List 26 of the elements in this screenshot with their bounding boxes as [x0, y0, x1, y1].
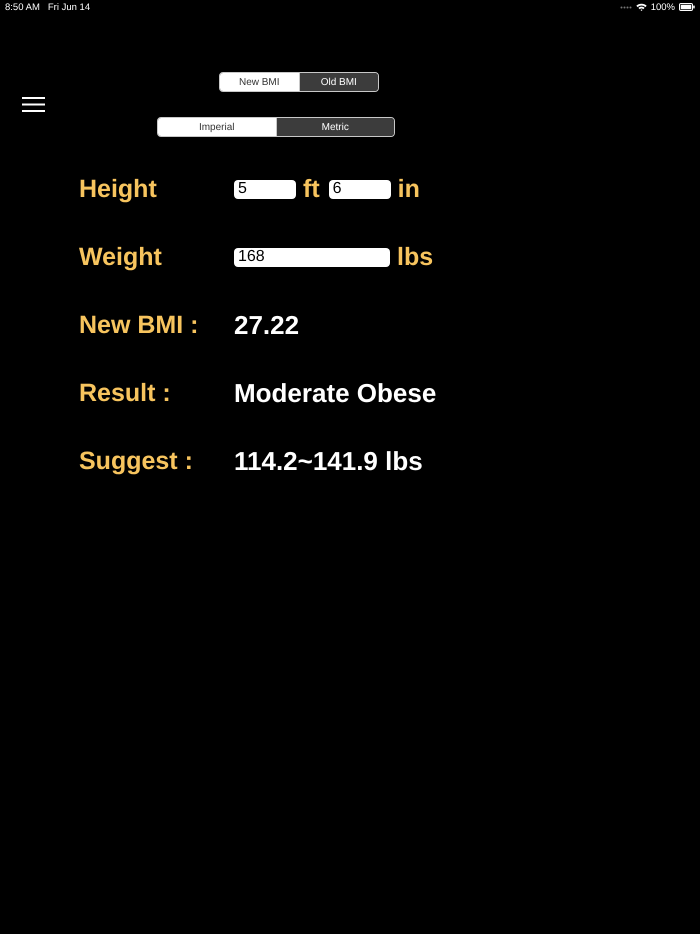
result-value: 27.22	[234, 310, 300, 340]
bmi-mode-segment[interactable]: New BMI	[220, 73, 298, 91]
input-field[interactable]: 5	[234, 180, 296, 198]
menu-icon	[22, 97, 45, 112]
result-value: Moderate Obese	[234, 378, 436, 408]
result-value: 114.2~141.9 lbs	[234, 446, 423, 476]
bmi-mode-segment[interactable]: Old BMI	[298, 73, 378, 91]
battery-icon	[679, 3, 695, 11]
input-field[interactable]: 6	[328, 180, 391, 198]
result-label: New BMI :	[79, 310, 198, 340]
unit-label: in	[398, 174, 420, 204]
result-label: Result :	[79, 378, 171, 408]
unit-label: lbs	[397, 242, 434, 272]
signal-icon	[620, 6, 632, 8]
field-label: Weight	[79, 242, 162, 272]
status-time: 8:50 AM	[5, 2, 40, 12]
menu-button[interactable]	[22, 97, 45, 112]
wifi-icon	[636, 3, 647, 11]
input-field[interactable]: 168	[234, 248, 390, 266]
unit-segment[interactable]: Imperial	[158, 118, 276, 136]
unit-label: ft	[303, 174, 320, 204]
field-label: Height	[79, 174, 157, 204]
status-date: Fri Jun 14	[48, 2, 90, 12]
result-label: Suggest :	[79, 446, 193, 476]
battery-percent: 100%	[650, 2, 675, 12]
unit-segment[interactable]: Metric	[276, 118, 394, 136]
